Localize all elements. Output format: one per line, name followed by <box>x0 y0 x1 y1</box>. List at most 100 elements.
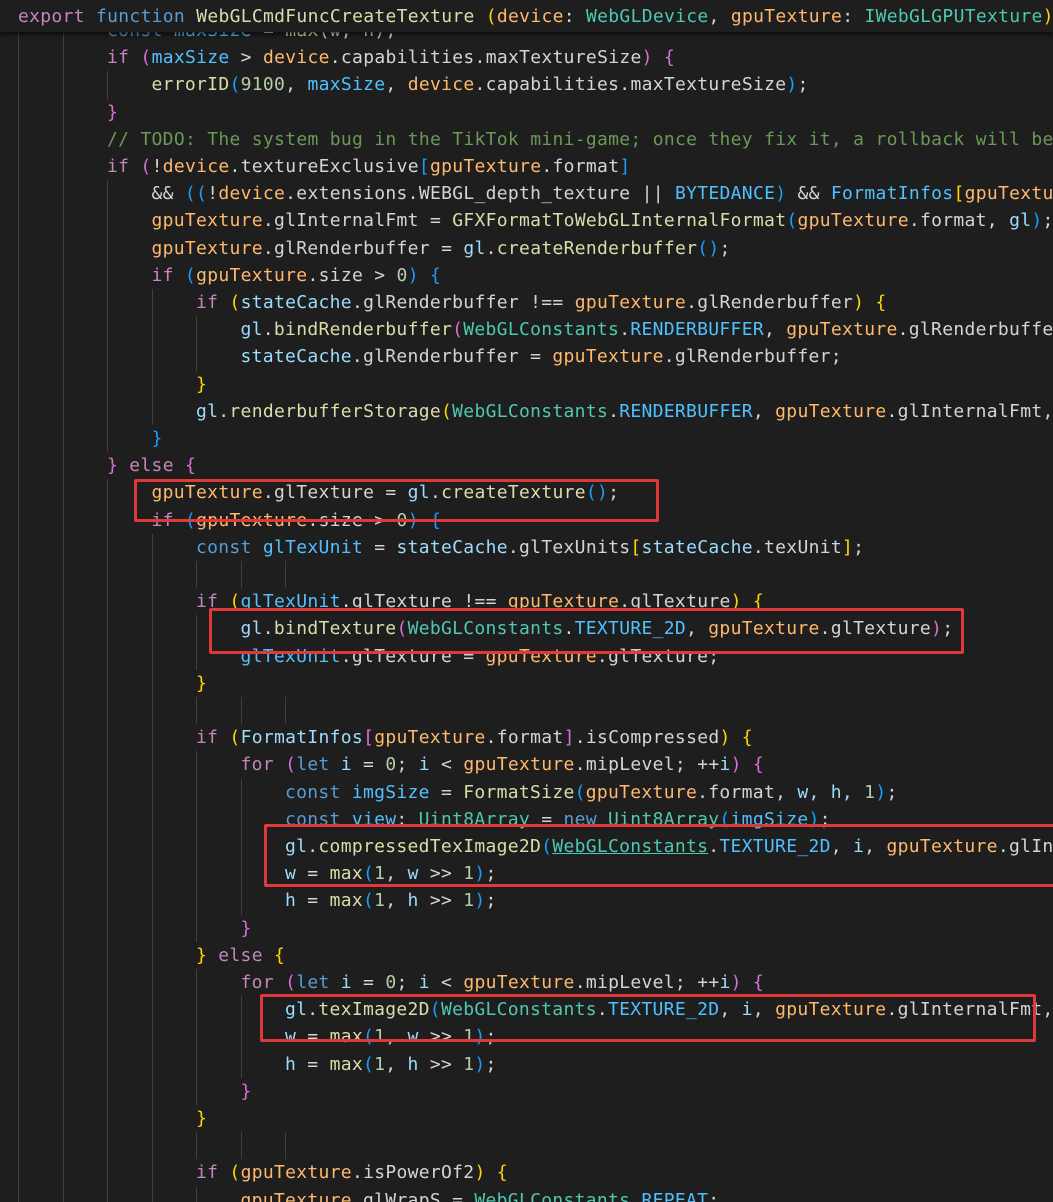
code-token: 1 <box>374 890 386 912</box>
code-line[interactable]: const view: Uint8Array = new Uint8Array(… <box>285 806 831 833</box>
code-token: device <box>496 6 564 27</box>
code-token: ! <box>151 156 163 177</box>
code-token: , <box>830 836 854 857</box>
sticky-function-signature: export function WebGLCmdFuncCreateTextur… <box>18 3 1053 30</box>
code-line[interactable]: gpuTexture.glWrapS = WebGLConstants.REPE… <box>241 1187 720 1202</box>
code-token: } <box>196 1108 208 1129</box>
code-line[interactable]: } else { <box>107 452 196 479</box>
code-token: } <box>107 101 119 123</box>
code-line[interactable]: gl.bindRenderbuffer(WebGLConstants.RENDE… <box>241 316 1053 343</box>
code-editor[interactable]: const maxSize = max(w, h);if (maxSize > … <box>0 0 1053 1202</box>
code-line[interactable]: } <box>152 425 163 452</box>
code-token: ( <box>362 890 375 912</box>
code-token: 1 <box>463 863 475 885</box>
code-token: ) <box>875 781 887 803</box>
code-token: .glRenderbuffer <box>897 319 1053 341</box>
code-token: .format <box>485 727 564 749</box>
code-token: ( <box>396 618 408 640</box>
code-line[interactable]: glTexUnit.glTexture = gpuTexture.glTextu… <box>241 643 720 670</box>
code-line[interactable]: if (gpuTexture.size > 0) { <box>152 262 442 289</box>
code-line[interactable]: const glTexUnit = stateCache.glTexUnits[… <box>196 534 864 561</box>
sticky-scroll-header[interactable]: export function WebGLCmdFuncCreateTextur… <box>0 0 1053 32</box>
code-token: ] <box>842 536 854 558</box>
code-line[interactable]: } else { <box>196 942 285 969</box>
code-line[interactable]: gl.texImage2D(WebGLConstants.TEXTURE_2D,… <box>285 996 1053 1023</box>
code-token: = <box>441 237 464 259</box>
code-token: gpuTexture <box>775 400 887 422</box>
code-line[interactable]: if (gpuTexture.size > 0) { <box>152 507 442 534</box>
code-line[interactable]: if (gpuTexture.isPowerOf2) { <box>196 1159 508 1186</box>
code-line[interactable]: } <box>196 670 207 697</box>
code-line[interactable]: gpuTexture.glRenderbuffer = gl.createRen… <box>152 235 731 262</box>
code-line[interactable]: gl.bindTexture(WebGLConstants.TEXTURE_2D… <box>241 615 954 642</box>
code-line[interactable]: gpuTexture.glTexture = gl.createTexture(… <box>152 479 620 506</box>
code-token: = <box>541 808 564 830</box>
code-token: ; <box>819 808 831 830</box>
code-line[interactable]: h = max(1, h >> 1); <box>285 1051 497 1078</box>
code-token: gpuTexture <box>574 292 687 313</box>
code-token: , <box>752 400 776 422</box>
code-line[interactable]: w = max(1, w >> 1); <box>285 1023 497 1050</box>
code-token: gpuTexture <box>196 509 308 531</box>
code-token: >> <box>429 863 464 885</box>
code-token: i <box>719 972 731 993</box>
code-token: if <box>196 1162 230 1184</box>
code-token: max <box>329 863 363 885</box>
code-token: // TODO: The system bug in the TikTok mi… <box>107 128 1053 150</box>
code-line[interactable]: } <box>196 1105 207 1132</box>
code-token: } <box>196 373 208 395</box>
code-line[interactable]: gl.renderbufferStorage(WebGLConstants.RE… <box>196 398 1053 425</box>
code-token: ) <box>719 727 742 749</box>
code-token: { <box>429 509 442 531</box>
code-line[interactable]: } <box>241 915 252 942</box>
code-token: ) <box>775 183 798 205</box>
code-token: WebGLConstants <box>440 999 597 1021</box>
code-token: , <box>708 6 731 27</box>
code-token: 1 <box>374 863 386 885</box>
code-token: ) <box>474 1053 486 1075</box>
code-line[interactable]: } <box>241 1078 252 1105</box>
code-line[interactable]: for (let i = 0; i < gpuTexture.mipLevel;… <box>241 969 765 996</box>
code-line[interactable]: stateCache.glRenderbuffer = gpuTexture.g… <box>241 343 842 370</box>
code-token: gpuTexture <box>240 1162 352 1184</box>
code-line[interactable]: if (stateCache.glRenderbuffer !== gpuTex… <box>196 289 887 316</box>
code-line[interactable]: } <box>107 99 118 126</box>
code-line[interactable]: errorID(9100, maxSize, device.capabiliti… <box>152 71 809 98</box>
code-token: , <box>752 999 776 1021</box>
code-token: w <box>407 1026 430 1048</box>
code-token: . <box>608 400 620 422</box>
code-token: else <box>129 455 185 477</box>
code-line[interactable]: } <box>196 371 207 398</box>
code-token: WebGLConstants <box>474 1189 631 1202</box>
code-line[interactable]: for (let i = 0; i < gpuTexture.mipLevel;… <box>241 751 765 778</box>
code-token: .capabilities. <box>329 47 486 69</box>
code-line[interactable]: const imgSize = FormatSize(gpuTexture.fo… <box>285 779 898 806</box>
code-token: TEXTURE_2D <box>608 999 720 1021</box>
code-line[interactable]: gl.compressedTexImage2D(WebGLConstants.T… <box>285 833 1053 860</box>
code-token: ) <box>474 1026 486 1048</box>
code-area[interactable]: const maxSize = max(w, h);if (maxSize > … <box>0 0 1053 1202</box>
code-line[interactable]: // TODO: The system bug in the TikTok mi… <box>107 126 1053 153</box>
code-line[interactable]: h = max(1, h >> 1); <box>285 887 497 914</box>
code-token: ( <box>140 47 152 69</box>
code-line[interactable]: if (!device.textureExclusive[gpuTexture.… <box>107 153 630 180</box>
code-token: gl <box>1009 210 1032 232</box>
code-token: WebGLConstants <box>463 319 620 341</box>
code-line[interactable]: && ((!device.extensions.WEBGL_depth_text… <box>152 180 1053 207</box>
code-token: && <box>151 183 185 205</box>
code-token: ; <box>886 781 898 803</box>
code-token: maxTextureSize <box>485 47 642 69</box>
code-line[interactable]: if (glTexUnit.glTexture !== gpuTexture.g… <box>196 588 764 615</box>
code-line[interactable]: if (FormatInfos[gpuTexture.format].isCom… <box>196 724 753 751</box>
code-token: . <box>630 1189 642 1202</box>
code-token: > <box>374 509 397 531</box>
code-line[interactable]: w = max(1, w >> 1); <box>285 860 497 887</box>
code-token: ( <box>362 863 375 885</box>
code-token: .format, <box>697 781 798 803</box>
code-token: ( <box>285 972 297 993</box>
code-token: gpuTexture <box>552 346 664 368</box>
code-token: ; <box>485 890 497 912</box>
code-token: ; <box>797 74 809 96</box>
code-line[interactable]: gpuTexture.glInternalFmt = GFXFormatToWe… <box>152 207 1053 234</box>
code-line[interactable]: if (maxSize > device.capabilities.maxTex… <box>107 44 675 71</box>
